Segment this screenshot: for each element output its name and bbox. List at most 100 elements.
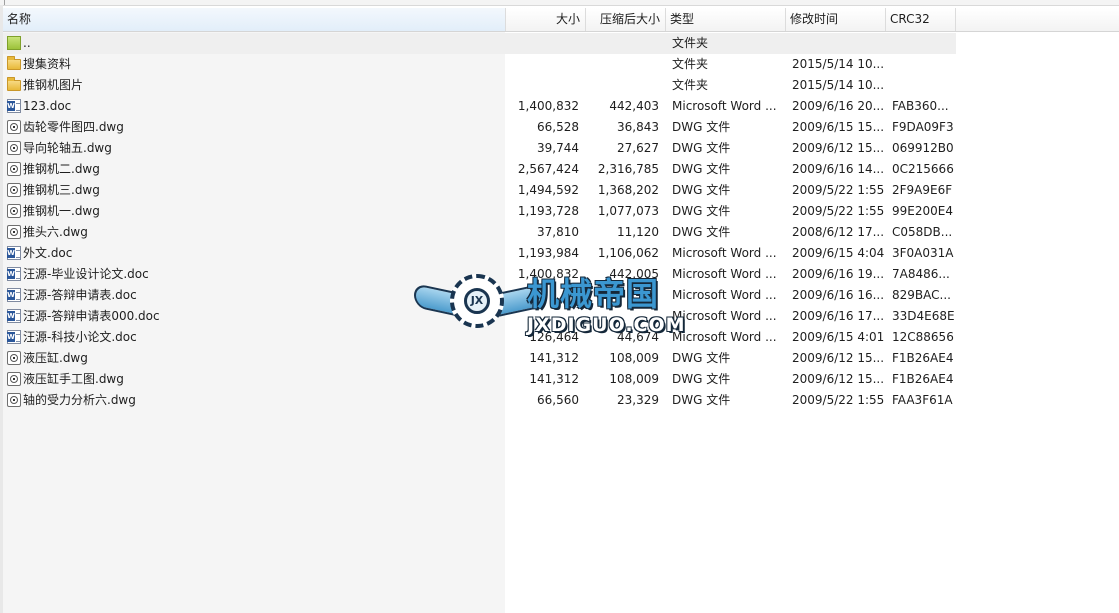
column-header-crc[interactable]: CRC32 xyxy=(886,8,956,31)
file-type: Microsoft Word ... xyxy=(672,330,777,344)
file-crc: FAA3F61A xyxy=(892,393,953,407)
column-header-type-label: 类型 xyxy=(670,12,695,26)
file-modified: 2009/6/12 15... xyxy=(792,141,885,155)
file-type: DWG 文件 xyxy=(672,120,731,134)
file-compressed-size xyxy=(583,285,659,306)
dwg-file-icon xyxy=(7,204,21,218)
file-modified: 2009/6/16 17... xyxy=(792,309,885,323)
file-type: DWG 文件 xyxy=(672,393,731,407)
file-compressed-size xyxy=(583,54,659,75)
file-modified: 2009/6/16 20... xyxy=(792,99,885,113)
file-name: 推钢机二.dwg xyxy=(23,162,100,176)
file-row[interactable]: .. 文件夹 xyxy=(3,33,956,54)
file-row[interactable]: 搜集资料 文件夹 2015/5/14 10... xyxy=(3,54,956,75)
top-edge-tick xyxy=(4,0,5,5)
file-compressed-size: 108,009 xyxy=(609,372,659,386)
column-header-compressed-label: 压缩后大小 xyxy=(599,12,660,26)
file-modified: 2009/5/22 1:55 xyxy=(792,393,885,407)
file-row[interactable]: 推钢机一.dwg 1,193,728 1,077,073 DWG 文件 2009… xyxy=(3,201,956,222)
file-modified: 2009/5/22 1:55 xyxy=(792,204,885,218)
file-type: 文件夹 xyxy=(672,78,709,92)
file-size: 126,464 xyxy=(529,330,579,344)
file-row[interactable]: 推钢机三.dwg 1,494,592 1,368,202 DWG 文件 2009… xyxy=(3,180,956,201)
file-compressed-size: 2,316,785 xyxy=(597,162,659,176)
file-name: 导向轮轴五.dwg xyxy=(23,141,112,155)
file-compressed-size: 27,627 xyxy=(617,141,659,155)
word-doc-icon xyxy=(7,267,21,281)
file-crc: F1B26AE4 xyxy=(892,372,954,386)
file-row[interactable]: 推头六.dwg 37,810 11,120 DWG 文件 2008/6/12 1… xyxy=(3,222,956,243)
word-doc-icon xyxy=(7,330,21,344)
file-size: 66,528 xyxy=(537,120,579,134)
file-row[interactable]: 123.doc 1,400,832 442,403 Microsoft Word… xyxy=(3,96,956,117)
dwg-file-icon xyxy=(7,162,21,176)
file-type: Microsoft Word ... xyxy=(672,267,777,281)
file-crc: 99E200E4 xyxy=(892,204,953,218)
file-size: 141,312 xyxy=(529,372,579,386)
file-compressed-size xyxy=(583,306,659,327)
top-edge xyxy=(0,0,1119,6)
folder-icon xyxy=(7,77,21,91)
file-crc: F1B26AE4 xyxy=(892,351,954,365)
file-crc: 12C88656 xyxy=(892,330,954,344)
file-row[interactable]: 推钢机图片 文件夹 2015/5/14 10... xyxy=(3,75,956,96)
file-type: Microsoft Word ... xyxy=(672,288,777,302)
file-size: 1,494,592 xyxy=(517,183,579,197)
file-compressed-size: 11,120 xyxy=(617,225,659,239)
word-doc-icon xyxy=(7,288,21,302)
file-type: DWG 文件 xyxy=(672,351,731,365)
file-name: 推头六.dwg xyxy=(23,225,88,239)
file-row[interactable]: 液压缸.dwg 141,312 108,009 DWG 文件 2009/6/12… xyxy=(3,348,956,369)
file-name: .. xyxy=(23,36,31,50)
file-crc: C058DB... xyxy=(892,225,953,239)
column-header-type[interactable]: 类型 xyxy=(666,8,786,31)
file-modified: 2009/5/22 1:55 xyxy=(792,183,885,197)
file-size: 1,400,832 xyxy=(517,267,579,281)
file-size: 39,744 xyxy=(537,141,579,155)
file-name: 汪源-答辩申请表000.doc xyxy=(23,309,160,323)
file-row[interactable]: 汪源-答辩申请表000.doc Microsoft Word ... 2009/… xyxy=(3,306,956,327)
file-modified: 2015/5/14 10... xyxy=(792,78,885,92)
file-modified: 2009/6/12 15... xyxy=(792,351,885,365)
column-header-size-label: 大小 xyxy=(555,12,580,26)
file-size: 1,400,832 xyxy=(517,99,579,113)
file-size xyxy=(509,33,579,54)
file-name: 齿轮零件图四.dwg xyxy=(23,120,124,134)
file-crc: 3F0A031A xyxy=(892,246,954,260)
file-row[interactable]: 汪源-毕业设计论文.doc 1,400,832 442,005 Microsof… xyxy=(3,264,956,285)
file-row[interactable]: 外文.doc 1,193,984 1,106,062 Microsoft Wor… xyxy=(3,243,956,264)
file-crc xyxy=(892,33,956,54)
column-header-compressed[interactable]: 压缩后大小 xyxy=(586,8,666,31)
dwg-file-icon xyxy=(7,183,21,197)
file-compressed-size: 1,077,073 xyxy=(597,204,659,218)
column-header-modified[interactable]: 修改时间 xyxy=(786,8,886,31)
file-modified: 2009/6/16 19... xyxy=(792,267,885,281)
file-crc: 0C215666 xyxy=(892,162,954,176)
file-size xyxy=(509,285,579,306)
file-type: DWG 文件 xyxy=(672,225,731,239)
file-row[interactable]: 轴的受力分析六.dwg 66,560 23,329 DWG 文件 2009/5/… xyxy=(3,390,956,411)
file-size: 2,567,424 xyxy=(517,162,579,176)
file-compressed-size: 442,403 xyxy=(609,99,659,113)
file-modified: 2009/6/15 4:04 xyxy=(792,246,885,260)
word-doc-icon xyxy=(7,309,21,323)
file-row[interactable]: 汪源-科技小论文.doc 126,464 44,674 Microsoft Wo… xyxy=(3,327,956,348)
word-doc-icon xyxy=(7,246,21,260)
file-row[interactable]: 汪源-答辩申请表.doc Microsoft Word ... 2009/6/1… xyxy=(3,285,956,306)
file-type: Microsoft Word ... xyxy=(672,246,777,260)
file-size: 66,560 xyxy=(537,393,579,407)
file-row[interactable]: 导向轮轴五.dwg 39,744 27,627 DWG 文件 2009/6/12… xyxy=(3,138,956,159)
column-header-crc-label: CRC32 xyxy=(890,12,930,26)
column-header-size[interactable]: 大小 xyxy=(506,8,586,31)
file-compressed-size: 1,106,062 xyxy=(597,246,659,260)
file-type: 文件夹 xyxy=(672,57,709,71)
dwg-file-icon xyxy=(7,120,21,134)
file-type: DWG 文件 xyxy=(672,204,731,218)
dwg-file-icon xyxy=(7,372,21,386)
column-header-name[interactable]: 名称 ^ xyxy=(3,8,506,31)
file-row[interactable]: 液压缸手工图.dwg 141,312 108,009 DWG 文件 2009/6… xyxy=(3,369,956,390)
file-row[interactable]: 齿轮零件图四.dwg 66,528 36,843 DWG 文件 2009/6/1… xyxy=(3,117,956,138)
dwg-file-icon xyxy=(7,225,21,239)
file-crc: 069912B0 xyxy=(892,141,954,155)
file-row[interactable]: 推钢机二.dwg 2,567,424 2,316,785 DWG 文件 2009… xyxy=(3,159,956,180)
